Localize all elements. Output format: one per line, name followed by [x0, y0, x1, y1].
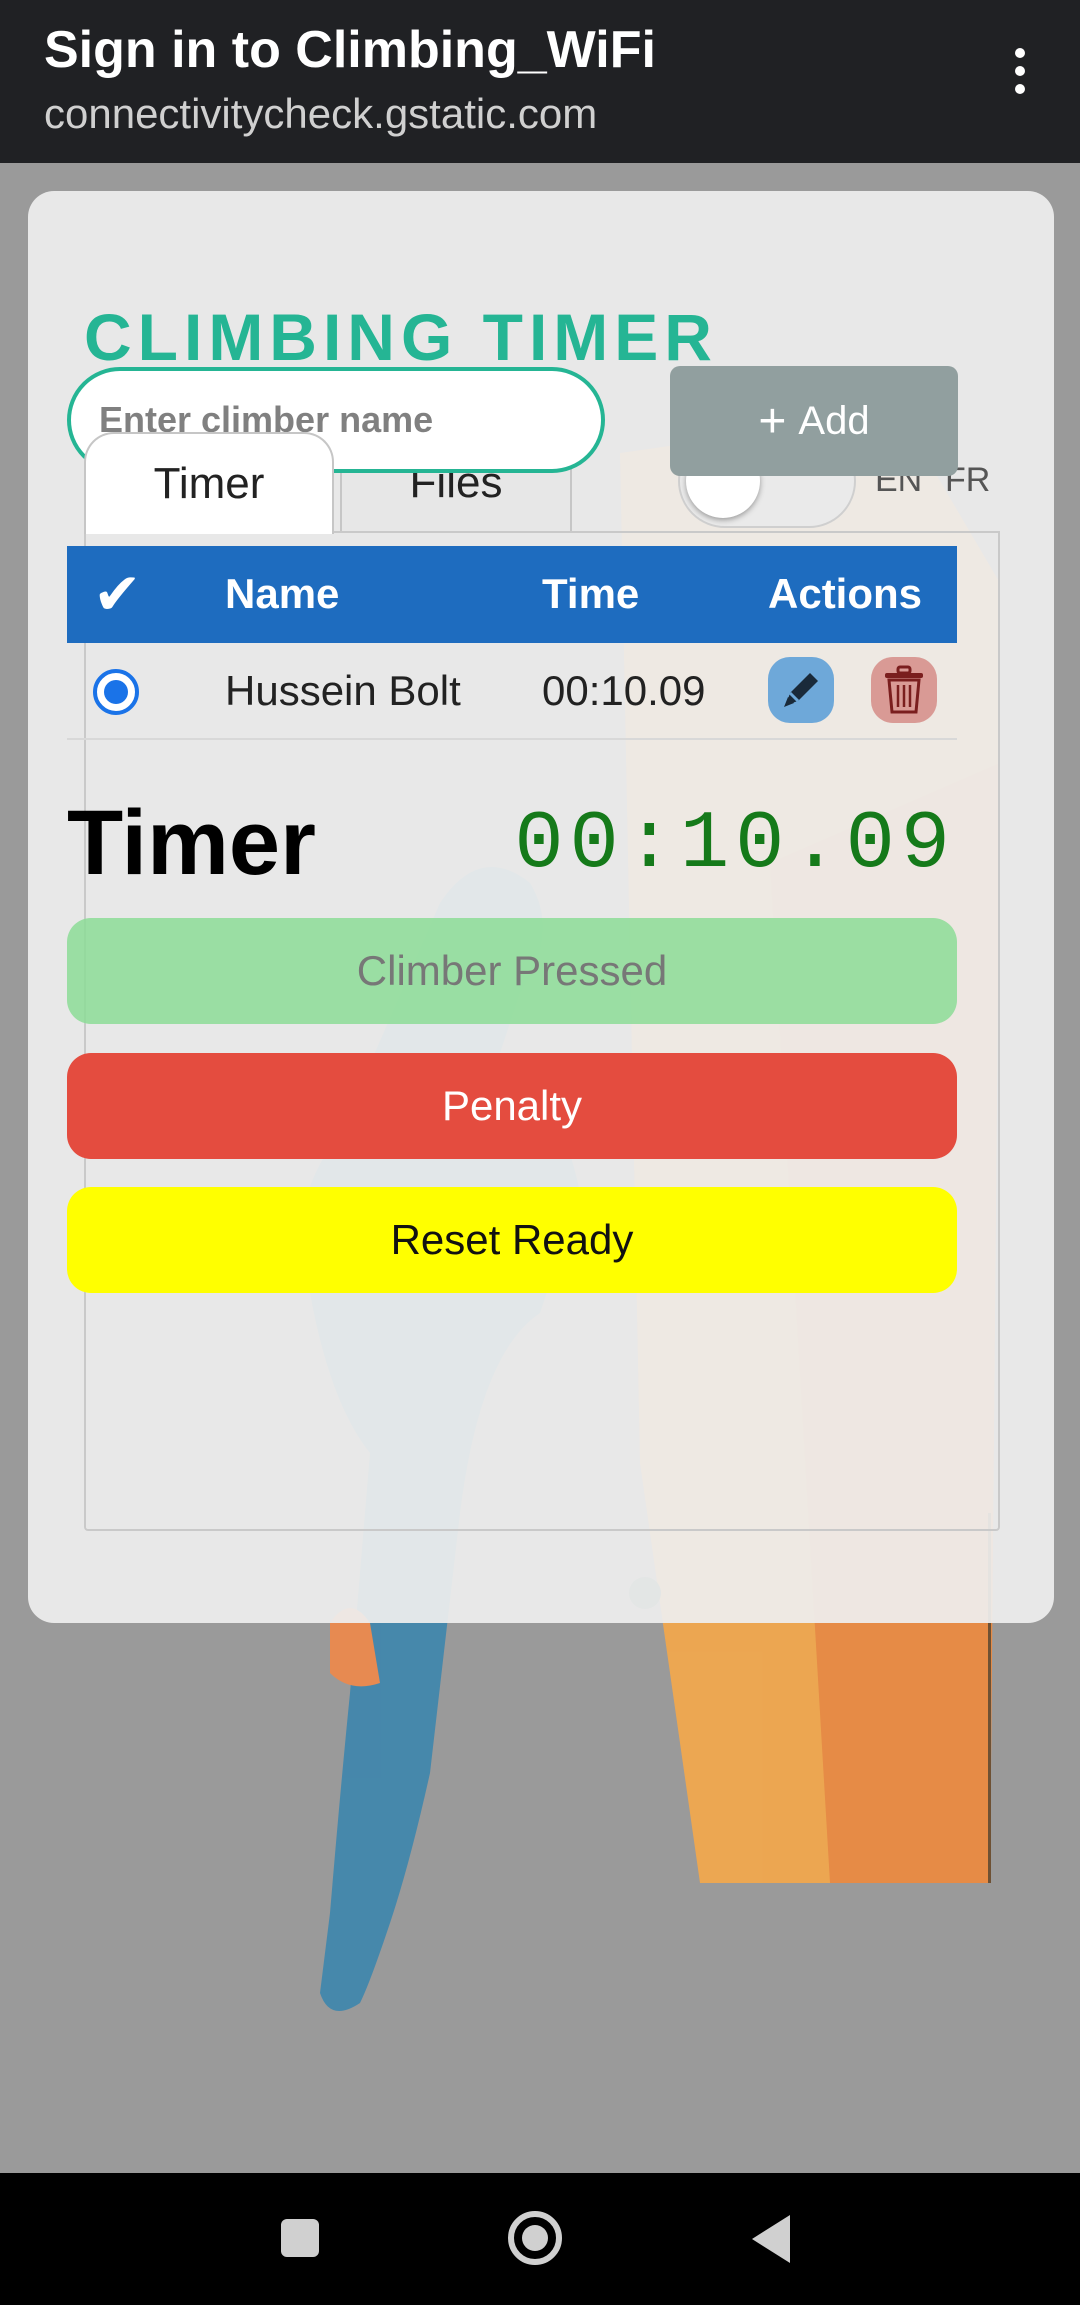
delete-climber-button[interactable]	[871, 657, 937, 723]
home-circle-icon[interactable]	[508, 2211, 562, 2265]
app-title: CLIMBING TIMER	[84, 300, 718, 374]
column-time: Time	[542, 570, 640, 617]
page-url: connectivitycheck.gstatic.com	[44, 90, 598, 137]
climber-name: Hussein Bolt	[225, 667, 461, 714]
tab-timer-label: Timer	[153, 459, 265, 508]
plus-icon: +	[758, 394, 787, 448]
table-row: Hussein Bolt 00:10.09	[67, 643, 957, 740]
recents-square-icon[interactable]	[281, 2219, 319, 2257]
check-all-icon[interactable]: ✔	[93, 560, 142, 628]
column-actions: Actions	[768, 570, 923, 617]
edit-climber-button[interactable]	[768, 657, 834, 723]
climber-time: 00:10.09	[542, 667, 706, 714]
browser-app-bar: Sign in to Climbing_WiFi connectivityche…	[0, 0, 1080, 163]
add-button-label: Add	[798, 398, 870, 443]
system-nav-bar	[0, 2173, 1080, 2305]
penalty-button[interactable]: Penalty	[67, 1053, 957, 1159]
add-climber-button[interactable]: + Add	[670, 366, 958, 476]
climber-select-radio[interactable]	[93, 669, 139, 715]
climber-pressed-button[interactable]: Climber Pressed	[67, 918, 957, 1024]
pencil-icon	[784, 673, 818, 707]
trash-icon	[885, 665, 923, 714]
more-vert-icon[interactable]	[1004, 48, 1036, 104]
page-title: Sign in to Climbing_WiFi	[44, 21, 656, 79]
tab-timer[interactable]: Timer	[84, 432, 334, 534]
reset-ready-button[interactable]: Reset Ready	[67, 1187, 957, 1293]
timer-display: 00:10.09	[514, 798, 956, 891]
column-name: Name	[225, 570, 340, 617]
table-header: ✔ Name Time Actions	[67, 546, 957, 643]
back-triangle-icon[interactable]	[752, 2215, 790, 2263]
timer-label: Timer	[67, 792, 316, 894]
